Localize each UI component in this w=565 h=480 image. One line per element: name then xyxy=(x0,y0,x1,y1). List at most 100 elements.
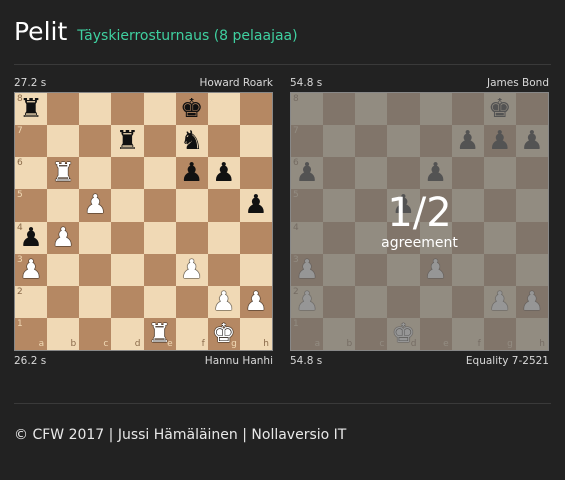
black-pawn-icon[interactable]: ♟ xyxy=(180,160,203,186)
square-g6[interactable]: ♟ xyxy=(207,157,240,190)
bottom-player-line: 26.2 s Hannu Hanhi xyxy=(14,354,273,368)
square-f5[interactable] xyxy=(175,189,208,222)
square-d1[interactable]: d xyxy=(111,317,144,350)
square-g3[interactable] xyxy=(207,253,240,286)
black-rook-icon[interactable]: ♜ xyxy=(116,128,139,154)
square-b7[interactable] xyxy=(47,125,80,158)
white-rook-icon[interactable]: ♜ xyxy=(52,160,75,186)
square-d6[interactable] xyxy=(111,157,144,190)
square-c7[interactable] xyxy=(79,125,112,158)
rank-label: 2 xyxy=(17,286,23,297)
square-e4[interactable] xyxy=(143,221,176,254)
square-c4[interactable] xyxy=(79,221,112,254)
square-b8[interactable] xyxy=(47,93,80,126)
square-a8[interactable]: 8 ♜ xyxy=(15,93,48,126)
square-h8[interactable] xyxy=(239,93,272,126)
square-e2[interactable] xyxy=(143,285,176,318)
square-f1[interactable]: f xyxy=(175,317,208,350)
square-e1[interactable]: e ♜ xyxy=(143,317,176,350)
square-d5[interactable] xyxy=(111,189,144,222)
black-pawn-icon[interactable]: ♟ xyxy=(212,160,235,186)
top-player-line: 54.8 s James Bond xyxy=(290,76,549,90)
white-pawn-icon[interactable]: ♟ xyxy=(84,192,107,218)
square-e5[interactable] xyxy=(143,189,176,222)
square-e3[interactable] xyxy=(143,253,176,286)
square-f7[interactable]: ♞ xyxy=(175,125,208,158)
square-e7[interactable] xyxy=(143,125,176,158)
square-b5[interactable] xyxy=(47,189,80,222)
square-c3[interactable] xyxy=(79,253,112,286)
square-h2[interactable]: ♟ xyxy=(239,285,272,318)
square-c1[interactable]: c xyxy=(79,317,112,350)
square-g8[interactable] xyxy=(207,93,240,126)
square-g1[interactable]: g ♚ xyxy=(207,317,240,350)
top-player-name: Howard Roark xyxy=(199,77,273,89)
footer-divider xyxy=(14,403,551,404)
file-label: g xyxy=(231,339,237,349)
square-a3[interactable]: 3♟ xyxy=(15,253,48,286)
chess-board[interactable]: 8 ♜ ♚ 7 ♜ ♞ 6 ♜ ♟ ♟ 5 ♟ ♟ 4 ♟ ♟ 3 ♟ ♟ 2 ♟ ♟ 1 a b c d e ♜ f g ♚ h xyxy=(15,93,272,350)
square-h7[interactable] xyxy=(239,125,272,158)
rank-label: 5 xyxy=(17,190,23,201)
white-pawn-icon[interactable]: ♟ xyxy=(212,289,235,315)
square-a2[interactable]: 2 xyxy=(15,285,48,318)
square-f6[interactable]: ♟ xyxy=(175,157,208,190)
file-label: c xyxy=(103,339,109,349)
square-f2[interactable] xyxy=(175,285,208,318)
black-king-icon[interactable]: ♚ xyxy=(180,96,203,122)
square-a7[interactable]: 7 xyxy=(15,125,48,158)
square-h3[interactable] xyxy=(239,253,272,286)
chess-board-wrapper: 8 ♜ ♚ 7 ♜ ♞ 6 ♜ ♟ ♟ 5 ♟ ♟ 4 ♟ ♟ 3 ♟ ♟ 2 ♟ ♟ 1 a b c d e ♜ f g ♚ h xyxy=(14,92,273,351)
page-title: Pelit xyxy=(14,17,68,46)
square-e8[interactable] xyxy=(143,93,176,126)
square-a5[interactable]: 5 xyxy=(15,189,48,222)
square-h1[interactable]: h xyxy=(239,317,272,350)
square-b1[interactable]: b xyxy=(47,317,80,350)
tournament-link[interactable]: Täyskierrosturnaus (8 pelaajaa) xyxy=(77,28,297,44)
footer-text: © CFW 2017 | Jussi Hämäläinen | Nollaver… xyxy=(14,427,347,443)
white-pawn-icon[interactable]: ♟ xyxy=(244,289,267,315)
square-a4[interactable]: 4 ♟ xyxy=(15,221,48,254)
square-c8[interactable] xyxy=(79,93,112,126)
square-h6[interactable] xyxy=(239,157,272,190)
bottom-player-name: Hannu Hanhi xyxy=(204,355,273,367)
square-g4[interactable] xyxy=(207,221,240,254)
game-card-1[interactable]: 27.2 s Howard Roark 8 ♜ ♚ 7 ♜ ♞ 6 ♜ ♟ ♟ 5 ♟ ♟ 4 ♟ ♟ 3 ♟ ♟ 2… xyxy=(14,76,273,368)
rank-label: 1 xyxy=(17,318,23,329)
square-d3[interactable] xyxy=(111,253,144,286)
square-h4[interactable] xyxy=(239,221,272,254)
game-result-reason: agreement xyxy=(381,234,458,251)
square-d4[interactable] xyxy=(111,221,144,254)
file-label: h xyxy=(263,339,269,349)
square-d8[interactable] xyxy=(111,93,144,126)
square-g5[interactable] xyxy=(207,189,240,222)
square-g2[interactable]: ♟ xyxy=(207,285,240,318)
black-pawn-icon[interactable]: ♟ xyxy=(244,192,267,218)
chess-board-wrapper: 8♚7♟♟♟6♟♟5♟43♟♟2♟♟♟1abcd♚efgh 1/2 agreem… xyxy=(290,92,549,351)
square-h5[interactable]: ♟ xyxy=(239,189,272,222)
square-f4[interactable] xyxy=(175,221,208,254)
square-e6[interactable] xyxy=(143,157,176,190)
square-a1[interactable]: 1a xyxy=(15,317,48,350)
square-f3[interactable]: ♟ xyxy=(175,253,208,286)
white-pawn-icon[interactable]: ♟ xyxy=(52,225,75,251)
square-c5[interactable]: ♟ xyxy=(79,189,112,222)
square-b2[interactable] xyxy=(47,285,80,318)
square-c2[interactable] xyxy=(79,285,112,318)
square-g7[interactable] xyxy=(207,125,240,158)
black-knight-icon[interactable]: ♞ xyxy=(180,128,203,154)
square-b3[interactable] xyxy=(47,253,80,286)
white-pawn-icon[interactable]: ♟ xyxy=(19,257,42,283)
square-b6[interactable]: ♜ xyxy=(47,157,80,190)
square-f8[interactable]: ♚ xyxy=(175,93,208,126)
game-card-2[interactable]: 54.8 s James Bond 8♚7♟♟♟6♟♟5♟43♟♟2♟♟♟1ab… xyxy=(290,76,549,368)
white-pawn-icon[interactable]: ♟ xyxy=(180,257,203,283)
square-a6[interactable]: 6 xyxy=(15,157,48,190)
page-header: Pelit Täyskierrosturnaus (8 pelaajaa) xyxy=(14,17,298,46)
top-player-name: James Bond xyxy=(487,77,549,89)
game-result-score: 1/2 xyxy=(387,189,452,236)
square-d7[interactable]: ♜ xyxy=(111,125,144,158)
square-d2[interactable] xyxy=(111,285,144,318)
square-b4[interactable]: ♟ xyxy=(47,221,80,254)
square-c6[interactable] xyxy=(79,157,112,190)
